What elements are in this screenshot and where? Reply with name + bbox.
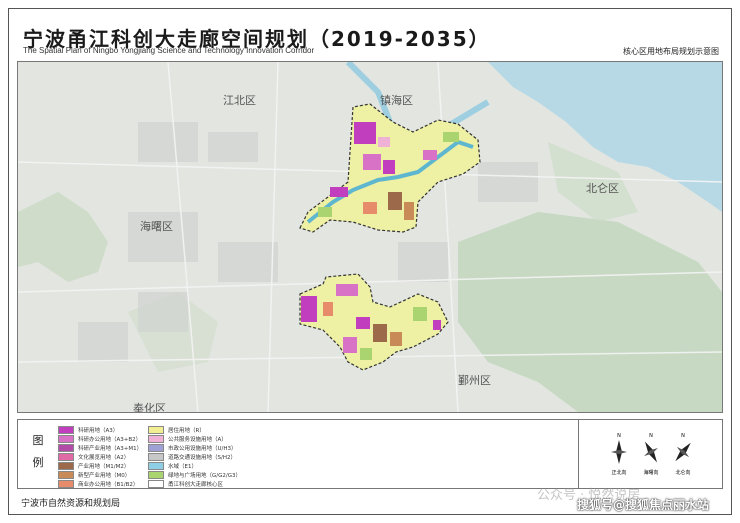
district-label-haishu: 海曙区 xyxy=(140,219,173,233)
legend-label: 市政公用设施用地（U/H3） xyxy=(168,446,237,452)
legend-item: 科研用地（A3） xyxy=(58,426,142,434)
legend-item: 公共服务设施用地（A） xyxy=(148,435,241,443)
legend-swatch xyxy=(58,480,74,488)
compass-label: 正北向 xyxy=(611,469,626,476)
compass-label: 北仑向 xyxy=(675,469,690,476)
legend-swatch xyxy=(58,453,74,461)
legend-label: 商业办公用地（B1/B2） xyxy=(78,482,139,488)
map-subtitle: 核心区用地布局规划示意图 xyxy=(623,47,719,56)
legend-label: 道路交通设施用地（S/H2） xyxy=(168,455,236,461)
legend-item: 商业办公用地（B1/B2） xyxy=(58,480,142,488)
legend-item: 科研办公用地（A3+B2） xyxy=(58,435,142,443)
legend-item: 居住用地（R） xyxy=(148,426,241,434)
legend-column-right: 居住用地（R） 公共服务设施用地（A） 市政公用设施用地（U/H3） 道路交通设施用地… xyxy=(148,426,241,489)
watermark: 搜狐号@搜狐焦点丽水站 xyxy=(577,498,710,512)
legend-title: 图例 xyxy=(32,434,44,469)
legend-swatch xyxy=(58,462,74,470)
legend-label: 甬江科创大走廊核心区 xyxy=(168,482,224,488)
legend-item: 科研产业用地（A3+M1） xyxy=(58,444,142,452)
map-canvas: 江北区 镇海区 北仑区 海曙区 奉化区 鄞州区 xyxy=(18,62,722,412)
agency-name: 宁波市自然资源和规划局 xyxy=(21,499,121,509)
compass-panel: N 正北向 N 海曙向 N 北仑向 xyxy=(578,420,724,488)
legend-label: 产业用地（M1/M2） xyxy=(78,464,130,470)
legend-swatch xyxy=(148,435,164,443)
compass-north-letter: N xyxy=(681,433,685,439)
map-sheet: 宁波甬江科创大走廊空间规划（2019-2035） The Spatial Pla… xyxy=(8,8,732,515)
legend-label: 科研办公用地（A3+B2） xyxy=(78,437,142,443)
footer: 宁波市自然资源和规划局 公众号 · 悦然说房 搜狐号@搜狐焦点丽水站 xyxy=(17,488,723,514)
legend-label: 科研用地（A3） xyxy=(78,428,119,434)
legend-swatch xyxy=(58,426,74,434)
legend-label: 科研产业用地（A3+M1） xyxy=(78,446,143,452)
compass-icon xyxy=(675,442,691,462)
compass-north-letter: N xyxy=(617,433,621,439)
legend-column-left: 科研用地（A3） 科研办公用地（A3+B2） 科研产业用地（A3+M1） 文化展览用地… xyxy=(58,426,142,489)
legend-label: 居住用地（R） xyxy=(168,428,205,434)
legend: 图例 科研用地（A3） 科研办公用地（A3+B2） 科研产业用地（A3+M1） 文化展… xyxy=(17,419,723,489)
legend-label: 公共服务设施用地（A） xyxy=(168,437,227,443)
legend-swatch xyxy=(148,426,164,434)
legend-swatch xyxy=(148,480,164,488)
district-label-yinzhou: 鄞州区 xyxy=(458,374,491,387)
map-panel[interactable]: 江北区 镇海区 北仑区 海曙区 奉化区 鄞州区 xyxy=(17,61,723,413)
legend-swatch xyxy=(58,435,74,443)
legend-item: 文化展览用地（A2） xyxy=(58,453,142,461)
district-label-fenghua: 奉化区 xyxy=(133,401,166,412)
district-label-jiangbei: 江北区 xyxy=(223,94,256,107)
legend-item: 甬江科创大走廊核心区 xyxy=(148,480,241,488)
header: 宁波甬江科创大走廊空间规划（2019-2035） The Spatial Pla… xyxy=(9,9,731,61)
legend-item: 市政公用设施用地（U/H3） xyxy=(148,444,241,452)
legend-swatch xyxy=(148,453,164,461)
legend-swatch xyxy=(148,462,164,470)
legend-label: 水域（E1） xyxy=(168,464,197,470)
legend-item: 新型产业用地（M0） xyxy=(58,471,142,479)
legend-item: 道路交通设施用地（S/H2） xyxy=(148,453,241,461)
district-label-zhenhai: 镇海区 xyxy=(380,93,413,107)
compass-icon xyxy=(611,440,627,464)
legend-swatch xyxy=(58,444,74,452)
legend-swatch xyxy=(148,471,164,479)
compass-north-letter: N xyxy=(649,433,653,439)
legend-swatch xyxy=(58,471,74,479)
legend-label: 新型产业用地（M0） xyxy=(78,473,131,479)
legend-label: 绿地与广场用地（G/G2/G3） xyxy=(168,473,241,479)
legend-item: 产业用地（M1/M2） xyxy=(58,462,142,470)
page-title-english: The Spatial Plan of Ningbo Yongjiang Sci… xyxy=(23,46,315,55)
legend-label: 文化展览用地（A2） xyxy=(78,455,130,461)
legend-item: 水域（E1） xyxy=(148,462,241,470)
legend-item: 绿地与广场用地（G/G2/G3） xyxy=(148,471,241,479)
district-label-beilun: 北仑区 xyxy=(586,181,619,195)
compass-label: 海曙向 xyxy=(643,469,658,476)
compass-icon xyxy=(644,441,658,463)
legend-swatch xyxy=(148,444,164,452)
